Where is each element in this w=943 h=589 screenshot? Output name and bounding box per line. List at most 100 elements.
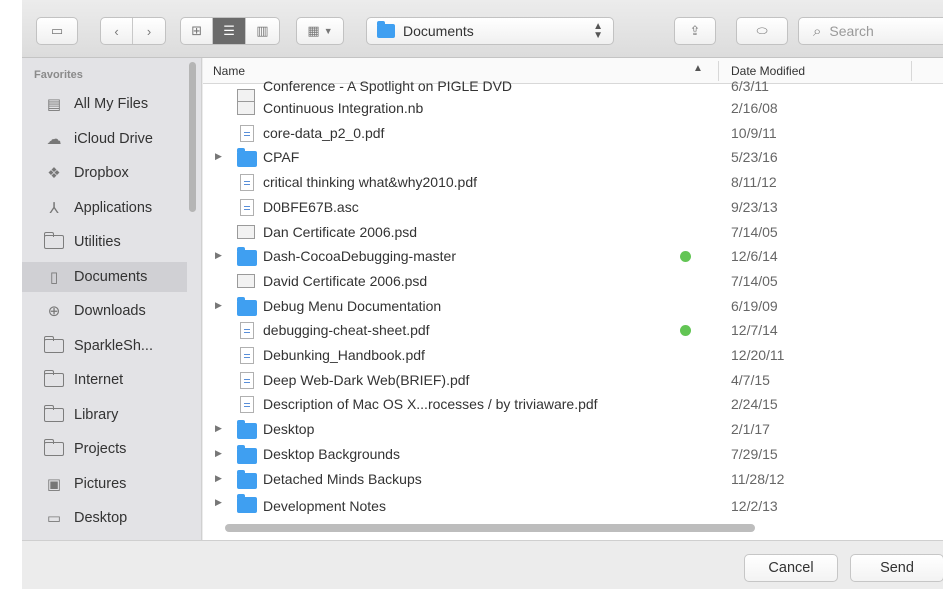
list-view-button[interactable]: ☰	[213, 18, 246, 44]
search-field[interactable]: ⌕ Search	[798, 17, 943, 45]
disclosure-triangle-icon[interactable]: ▶	[215, 300, 222, 311]
sidebar-heading: Favorites	[34, 69, 83, 81]
folder-icon	[237, 420, 257, 440]
file-name: Development Notes	[263, 498, 386, 515]
column-divider[interactable]	[718, 61, 719, 81]
sidebar-toggle-button[interactable]: ▭	[36, 17, 78, 45]
chevron-right-icon: ›	[146, 23, 152, 39]
file-name: Deep Web-Dark Web(BRIEF).pdf	[263, 371, 470, 388]
path-popup[interactable]: Documents ▲ ▼	[366, 17, 614, 45]
folder-outline-icon	[43, 439, 64, 456]
icon-view-button[interactable]: ⊞	[181, 18, 214, 44]
sidebar-item-downloads[interactable]: ⊕ Downloads	[22, 296, 187, 326]
forward-button[interactable]: ›	[133, 18, 165, 44]
file-row[interactable]: Description of Mac OS X...rocesses / by …	[203, 392, 943, 416]
sidebar-item-desktop[interactable]: ▭ Desktop	[22, 503, 187, 533]
chevron-down-icon: ▼	[323, 26, 333, 36]
file-name: David Certificate 2006.psd	[263, 272, 428, 289]
horizontal-scrollbar[interactable]	[225, 524, 755, 532]
sidebar-item-pictures[interactable]: ▣ Pictures	[22, 469, 187, 499]
folder-icon	[43, 232, 64, 250]
file-row[interactable]: David Certificate 2006.psd 7/14/05	[203, 269, 943, 293]
sidebar-item-label: Applications	[74, 199, 153, 216]
file-name: Continuous Integration.nb	[263, 100, 424, 116]
back-button[interactable]: ‹	[101, 18, 134, 44]
column-header-name[interactable]: Name	[213, 64, 245, 78]
tags-button[interactable]: ⬭	[736, 17, 788, 45]
sidebar-item-sparklesh[interactable]: SparkleSh...	[22, 331, 187, 361]
disclosure-triangle-icon[interactable]: ▶	[215, 151, 222, 162]
sidebar-item-all-my-files[interactable]: ▤ All My Files	[22, 89, 187, 119]
sidebar-item-dropbox[interactable]: ❖ Dropbox	[22, 158, 187, 188]
file-row[interactable]: ▶ Development Notes 12/2/13	[203, 491, 943, 515]
disclosure-triangle-icon[interactable]: ▶	[215, 423, 222, 434]
sidebar-item-label: Downloads	[74, 303, 146, 319]
file-name: CPAF	[263, 149, 300, 166]
file-date-modified: 11/28/12	[731, 470, 785, 487]
sidebar-item-label: All My Files	[74, 96, 149, 112]
pdf-document-icon	[240, 322, 254, 340]
sidebar-item-label: Utilities	[74, 234, 121, 250]
disclosure-triangle-icon[interactable]: ▶	[215, 448, 222, 459]
file-row[interactable]: ▶ Detached Minds Backups 11/28/12	[203, 467, 943, 491]
search-placeholder: Search	[829, 23, 874, 39]
file-name: Detached Minds Backups	[263, 470, 422, 487]
cancel-button[interactable]: Cancel	[744, 554, 838, 582]
file-name: Desktop	[263, 421, 315, 438]
file-date-modified: 8/11/12	[731, 174, 777, 191]
folder-icon	[237, 148, 257, 168]
column-header-date[interactable]: Date Modified	[731, 64, 805, 78]
file-date-modified: 12/20/11	[731, 347, 785, 363]
pdf-document-icon	[240, 198, 254, 216]
file-row[interactable]: core-data_p2_0.pdf 10/9/11	[203, 121, 943, 145]
file-date-modified: 2/16/08	[731, 100, 778, 116]
file-date-modified: 2/24/15	[731, 396, 778, 413]
file-row[interactable]: critical thinking what&why2010.pdf 8/11/1…	[203, 170, 943, 194]
file-row[interactable]: ▶ Dash-CocoaDebugging-master 12/6/14	[203, 244, 943, 268]
folder-outline-icon	[43, 335, 64, 353]
file-row[interactable]: ▶ CPAF 5/23/16	[203, 145, 943, 169]
chevron-left-icon: ‹	[114, 23, 119, 39]
sidebar-item-internet[interactable]: Internet	[22, 365, 187, 395]
sidebar-scrollbar[interactable]	[189, 62, 196, 212]
file-row[interactable]: ▶ Desktop 2/1/17	[203, 417, 943, 441]
disclosure-triangle-icon[interactable]: ▶	[215, 497, 222, 508]
sidebar-item-utilities[interactable]: Utilities	[22, 227, 187, 257]
pdf-document-icon	[240, 396, 254, 414]
folder-icon	[43, 370, 64, 388]
file-row[interactable]: D0BFE67B.asc 9/23/13	[203, 195, 943, 219]
sidebar-item-icloud-drive[interactable]: ☁ iCloud Drive	[22, 124, 187, 154]
file-row[interactable]: ▶ Desktop Backgrounds 7/29/15	[203, 442, 943, 466]
folder-outline-icon	[43, 370, 64, 387]
share-button[interactable]: ⇪	[674, 17, 716, 45]
file-row[interactable]: debugging-cheat-sheet.pdf 12/7/14	[203, 318, 943, 342]
file-date-modified: 12/7/14	[731, 322, 778, 339]
column-view-button[interactable]: ▥	[246, 18, 279, 44]
column-divider[interactable]	[911, 61, 912, 81]
file-row[interactable]: Dan Certificate 2006.psd 7/14/05	[203, 220, 943, 244]
file-date-modified: 4/7/15	[731, 371, 770, 388]
file-row[interactable]: Continuous Integration.nb 2/16/08	[203, 96, 943, 120]
send-button[interactable]: Send	[850, 554, 943, 582]
disclosure-triangle-icon[interactable]: ▶	[215, 473, 222, 484]
sidebar-item-label: Internet	[74, 372, 124, 388]
file-row[interactable]: ▶ Debug Menu Documentation 6/19/09	[203, 294, 943, 318]
applications-icon: ⅄	[49, 199, 59, 217]
toolbar: ▭ ‹ › ⊞ ☰ ▥ ▦ ▼ Documents ▲ ▼ ⇪ ⬭ ⌕ Searc…	[22, 0, 943, 58]
sidebar-item-library[interactable]: Library	[22, 400, 187, 430]
sidebar-item-applications[interactable]: ⅄ Applications	[22, 193, 187, 223]
file-row[interactable]: Debunking_Handbook.pdf 12/20/11	[203, 343, 943, 367]
sidebar-item-documents[interactable]: ▯ Documents	[22, 261, 187, 292]
file-name: Description of Mac OS X...rocesses / by …	[263, 396, 598, 413]
arrange-button[interactable]: ▦ ▼	[296, 17, 344, 45]
folder-icon	[377, 21, 395, 38]
file-row[interactable]: Deep Web-Dark Web(BRIEF).pdf 4/7/15	[203, 368, 943, 392]
sidebar-item-projects[interactable]: Projects	[22, 434, 187, 464]
folder-outline-icon	[43, 232, 64, 249]
folder-icon	[237, 444, 257, 464]
file-date-modified: 7/14/05	[731, 223, 778, 240]
file-dialog-window: ▭ ‹ › ⊞ ☰ ▥ ▦ ▼ Documents ▲ ▼ ⇪ ⬭ ⌕ Searc…	[22, 0, 943, 589]
cloud-icon: ☁	[46, 130, 62, 148]
disclosure-triangle-icon[interactable]: ▶	[215, 250, 222, 261]
file-name: Conference - A Spotlight on PIGLE DVD	[263, 78, 513, 94]
